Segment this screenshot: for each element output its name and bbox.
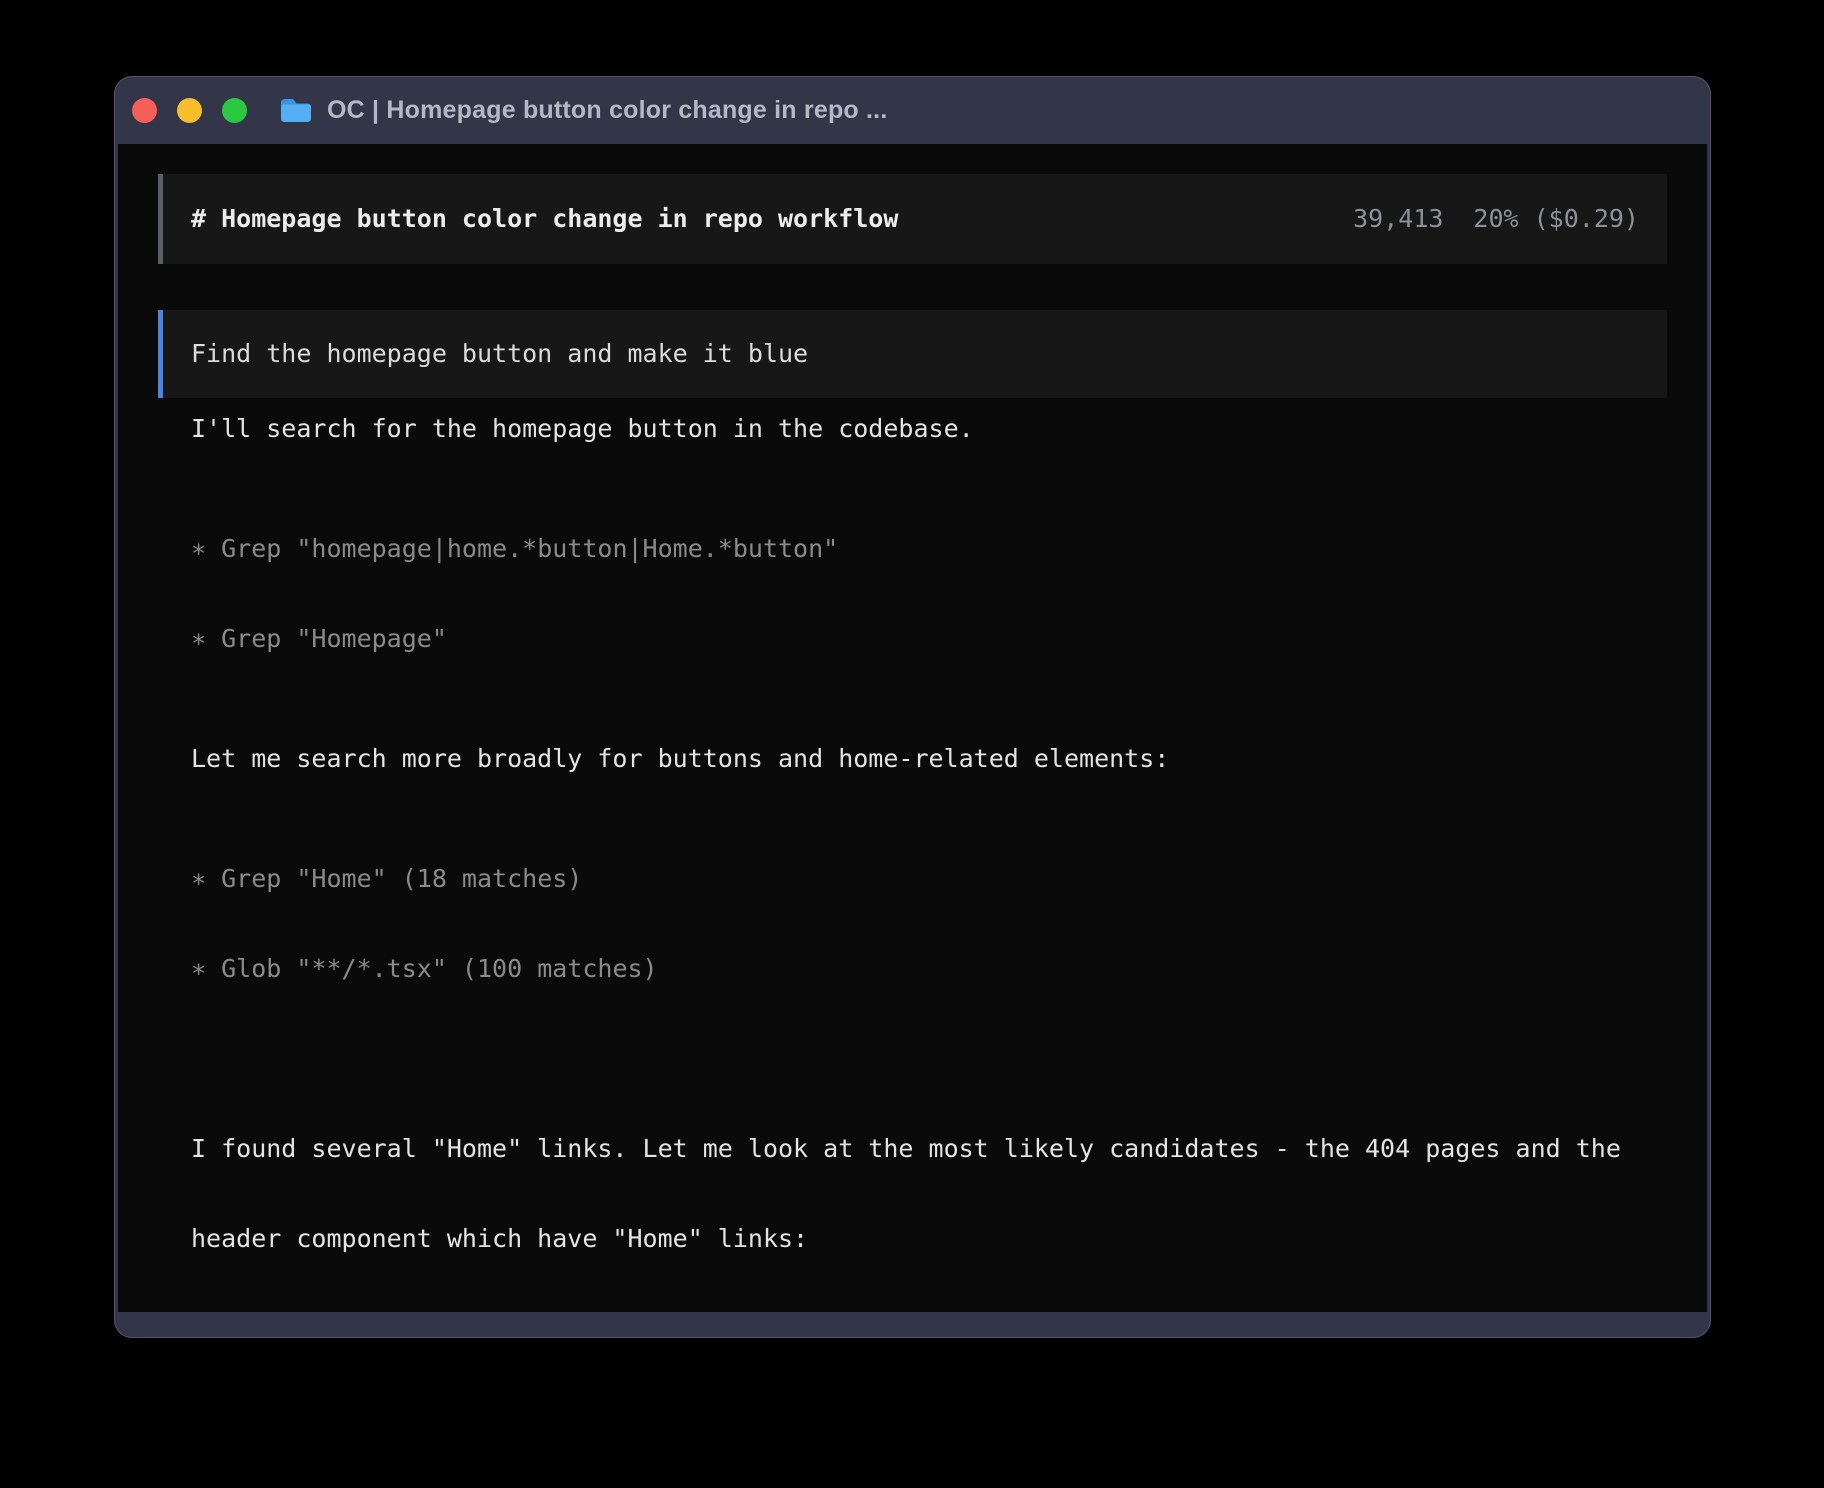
session-title: # Homepage button color change in repo w… [191, 204, 898, 234]
token-count: 39,413 [1353, 204, 1443, 233]
asterisk-icon: ∗ [191, 624, 206, 653]
tool-call-group: ∗ Grep "homepage|home.*button|Home.*butt… [191, 474, 1667, 714]
user-message-text: Find the homepage button and make it blu… [191, 339, 808, 369]
terminal-content: # Homepage button color change in repo w… [118, 144, 1707, 1312]
tool-call-glob: ∗ Glob "**/*.tsx" (100 matches) [191, 954, 1667, 984]
asterisk-icon: ∗ [191, 864, 206, 893]
session-stats: 39,413 20% ($0.29) [1353, 204, 1639, 234]
folder-icon [279, 96, 313, 124]
terminal-window: OC | Homepage button color change in rep… [114, 76, 1711, 1338]
user-message: Find the homepage button and make it blu… [158, 310, 1667, 398]
titlebar[interactable]: OC | Homepage button color change in rep… [114, 76, 1711, 144]
tool-call-grep: ∗ Grep "homepage|home.*button|Home.*butt… [191, 534, 1667, 564]
zoom-button[interactable] [222, 98, 247, 123]
session-header: # Homepage button color change in repo w… [158, 174, 1667, 264]
assistant-text: I'll search for the homepage button in t… [191, 414, 1667, 444]
context-cost: 20% ($0.29) [1473, 204, 1639, 233]
tool-call-grep: ∗ Grep "Homepage" [191, 624, 1667, 654]
tool-call-grep: ∗ Grep "Home" (18 matches) [191, 864, 1667, 894]
close-button[interactable] [132, 98, 157, 123]
assistant-text: I found several "Home" links. Let me loo… [191, 1074, 1667, 1312]
asterisk-icon: ∗ [191, 534, 206, 563]
tool-call-group: ∗ Grep "Home" (18 matches) ∗ Glob "**/*.… [191, 804, 1667, 1044]
minimize-button[interactable] [177, 98, 202, 123]
asterisk-icon: ∗ [191, 954, 206, 983]
window-title: OC | Homepage button color change in rep… [327, 96, 887, 125]
assistant-text: Let me search more broadly for buttons a… [191, 744, 1667, 774]
